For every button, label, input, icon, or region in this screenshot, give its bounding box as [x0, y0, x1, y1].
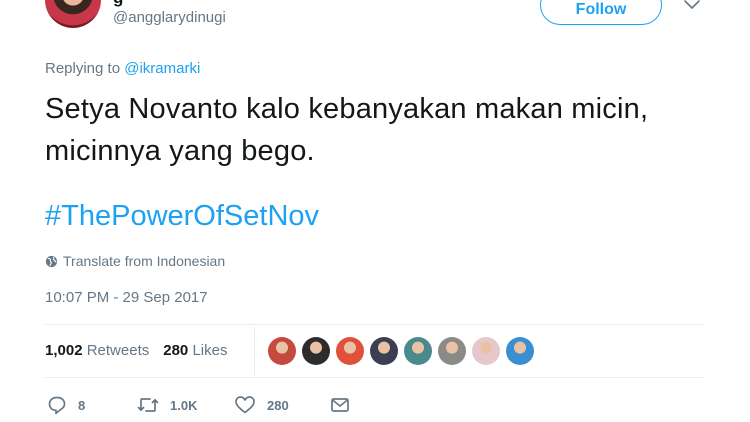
retweets-stat[interactable]: 1,002 Retweets — [45, 342, 149, 359]
likes-label: Likes — [192, 342, 228, 359]
translate-label: Translate from Indonesian — [63, 253, 226, 269]
author-name[interactable]: g — [113, 0, 123, 8]
liker-avatar[interactable] — [336, 337, 364, 365]
reply-button[interactable]: 8 — [47, 395, 137, 415]
like-button[interactable]: 280 — [234, 395, 330, 415]
chevron-down-icon[interactable] — [683, 0, 701, 12]
retweet-icon — [137, 398, 159, 412]
tweet-stats: 1,002 Retweets 280 Likes — [45, 342, 227, 359]
like-count: 280 — [267, 397, 289, 413]
retweet-button[interactable]: 1.0K — [137, 395, 234, 415]
follow-button[interactable]: Follow — [540, 0, 662, 25]
tweet-timestamp[interactable]: 10:07 PM - 29 Sep 2017 — [45, 289, 208, 306]
divider — [45, 377, 705, 378]
replying-prefix: Replying to — [45, 60, 125, 77]
replying-to: Replying to @ikramarki — [45, 60, 200, 77]
heart-icon — [235, 396, 255, 414]
liker-avatar[interactable] — [438, 337, 466, 365]
direct-message-button[interactable] — [330, 396, 350, 414]
retweets-count: 1,002 — [45, 342, 83, 359]
replying-to-link[interactable]: @ikramarki — [124, 60, 200, 77]
globe-icon — [45, 255, 58, 267]
tweet-actions: 8 1.0K 280 — [47, 395, 350, 415]
divider — [45, 324, 705, 325]
likes-stat[interactable]: 280 Likes — [163, 342, 227, 359]
liker-avatar[interactable] — [404, 337, 432, 365]
author-handle[interactable]: @angglarydinugi — [113, 9, 226, 26]
stats-divider — [254, 327, 255, 375]
hashtag-link[interactable]: #ThePowerOfSetNov — [45, 200, 319, 233]
liker-avatar[interactable] — [370, 337, 398, 365]
retweet-count: 1.0K — [170, 397, 198, 413]
tweet-text: Setya Novanto kalo kebanyakan makan mici… — [45, 93, 649, 167]
reply-count: 8 — [78, 397, 86, 413]
retweets-label: Retweets — [86, 342, 150, 359]
likes-count: 280 — [163, 342, 189, 359]
liker-avatar[interactable] — [302, 337, 330, 365]
envelope-icon — [331, 398, 349, 412]
liker-avatar[interactable] — [268, 337, 296, 365]
liker-avatar[interactable] — [506, 337, 534, 365]
author-avatar[interactable] — [45, 0, 101, 28]
reply-icon — [48, 396, 66, 415]
translate-link[interactable]: Translate from Indonesian — [45, 253, 225, 269]
liker-avatar[interactable] — [472, 337, 500, 365]
liker-avatars — [268, 337, 534, 365]
